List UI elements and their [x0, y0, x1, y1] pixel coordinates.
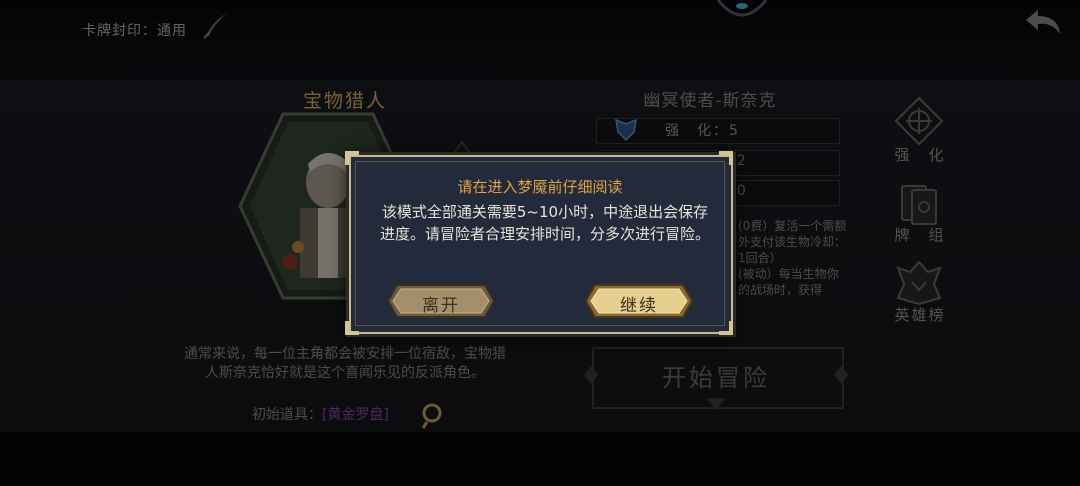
dialog-corner-ornament [719, 151, 733, 165]
leave-button-label: 离开 [422, 296, 460, 316]
continue-button-label: 继续 [620, 296, 658, 316]
dialog-corner-ornament [345, 151, 359, 165]
dialog-body: 该模式全部通关需要5~10小时，中途退出会保存进度。请冒险者合理安排时间，分多次… [380, 203, 711, 243]
dialog-corner-ornament [345, 321, 359, 335]
dialog-corner-ornament [719, 321, 733, 335]
dialog-title: 请在进入梦魇前仔细阅读 [457, 178, 623, 196]
